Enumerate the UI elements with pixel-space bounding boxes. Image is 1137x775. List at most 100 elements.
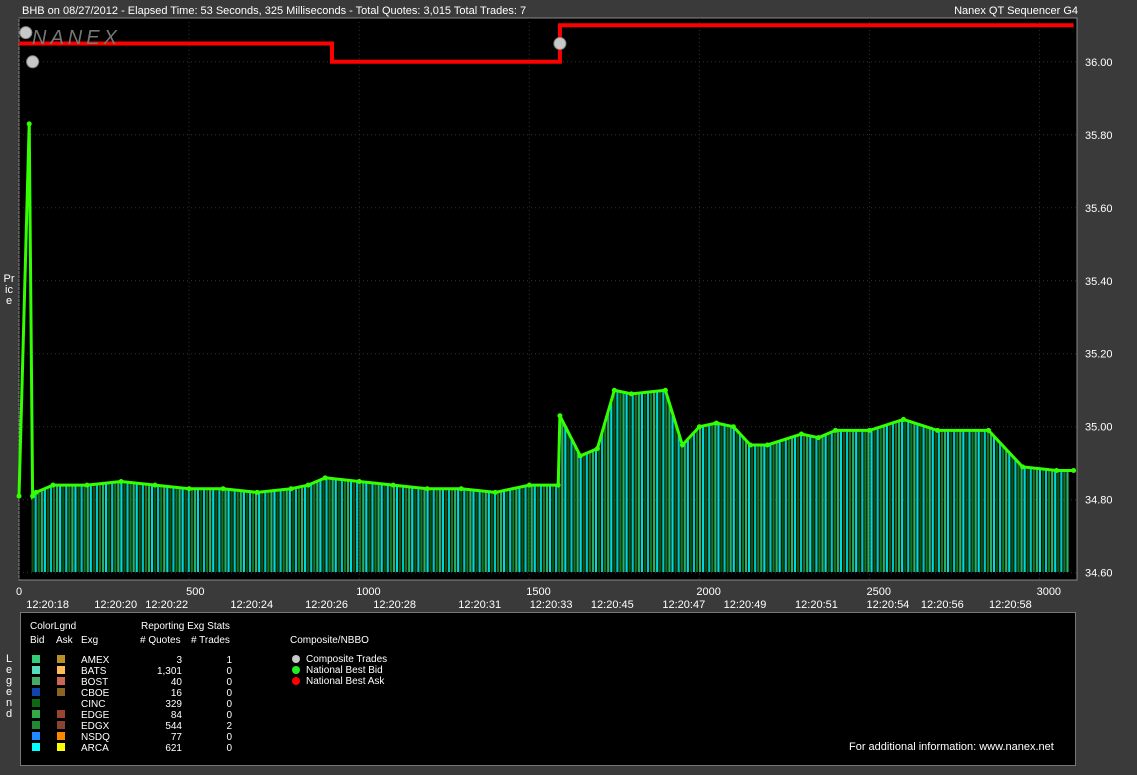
y-tick-label: 35.00: [1085, 422, 1113, 434]
bid-color-swatch: [32, 688, 40, 696]
time-label: 12:20:49: [724, 599, 767, 611]
trade-point: [553, 37, 567, 51]
legend-trades: 2: [226, 721, 232, 732]
time-label: 12:20:31: [458, 599, 501, 611]
best-bid-point: [1071, 468, 1077, 474]
legend-exchange-row: ARCA 621 0: [21, 743, 281, 754]
best-bid-point: [1054, 468, 1060, 474]
legend-exg: AMEX: [81, 655, 110, 666]
time-label: 12:20:58: [989, 599, 1032, 611]
legend-quotes: 3: [176, 655, 182, 666]
legend-trades: 1: [226, 655, 232, 666]
composite-label: Composite Trades: [306, 654, 388, 665]
best-bid-point: [322, 475, 328, 481]
best-bid-point: [798, 431, 804, 437]
best-bid-point: [611, 387, 617, 393]
ask-color-swatch: [57, 655, 65, 663]
x-tick-label: 500: [186, 586, 204, 598]
best-bid-point: [555, 482, 561, 488]
time-label: 12:20:24: [230, 599, 273, 611]
best-bid-point: [305, 482, 311, 488]
ask-color-swatch: [57, 688, 65, 696]
best-bid-point: [577, 453, 583, 459]
best-bid-point: [492, 489, 498, 495]
best-bid-point: [16, 493, 22, 499]
legend-quotes: 84: [170, 710, 182, 721]
bid-color-swatch: [32, 743, 40, 751]
time-label: 12:20:33: [530, 599, 573, 611]
y-tick-label: 35.80: [1085, 130, 1113, 142]
best-bid-point: [901, 416, 907, 422]
best-bid-point: [815, 435, 821, 441]
best-bid-point: [458, 486, 464, 492]
legend-col-bid: Bid: [30, 635, 45, 646]
legend-trades: 0: [226, 699, 232, 710]
ask-color-swatch: [57, 666, 65, 674]
trade-point: [26, 55, 40, 69]
ask-color-swatch: [57, 732, 65, 740]
x-tick-label: 2000: [696, 586, 720, 598]
time-label: 12:20:51: [795, 599, 838, 611]
y-tick-label: 34.80: [1085, 495, 1113, 507]
best-bid-point: [662, 387, 668, 393]
best-bid-point: [390, 482, 396, 488]
legend-quotes: 1,301: [156, 666, 182, 677]
y-tick-label: 34.60: [1085, 568, 1113, 580]
best-bid-point: [33, 489, 39, 495]
best-bid-point: [254, 489, 260, 495]
legend-exchange-row: BOST 40 0: [21, 677, 281, 688]
legend-trades: 0: [226, 666, 232, 677]
legend-side-label: Legend: [5, 653, 13, 720]
ask-color-swatch: [57, 710, 65, 718]
legend-trades: 0: [226, 677, 232, 688]
bid-color-swatch: [32, 655, 40, 663]
legend-exchange-row: NSDQ 77 0: [21, 732, 281, 743]
best-bid-point: [356, 478, 362, 484]
ask-color-swatch: [57, 721, 65, 729]
legend-exg: EDGE: [81, 710, 110, 721]
trade-point: [19, 26, 33, 40]
best-bid-point: [288, 486, 294, 492]
ask-color-swatch: [57, 699, 65, 707]
best-bid-point: [26, 121, 32, 127]
best-bid-point: [935, 427, 941, 433]
best-bid-point: [866, 427, 872, 433]
y-tick-label: 35.60: [1085, 203, 1113, 215]
legend-exchange-row: CINC 329 0: [21, 699, 281, 710]
best-bid-point: [50, 482, 56, 488]
composite-title: Composite/NBBO: [290, 635, 369, 646]
best-bid-point: [30, 493, 36, 499]
best-bid-point: [424, 486, 430, 492]
time-label: 12:20:54: [866, 599, 909, 611]
footer-link: For additional information: www.nanex.ne…: [849, 741, 1054, 753]
best-bid-point: [118, 478, 124, 484]
legend-exchange-row: EDGX 544 2: [21, 721, 281, 732]
legend-col-trades: # Trades: [191, 635, 230, 646]
price-chart: 36.00 35.80 35.60 35.40 35.20 35.00 34.80 34.60…: [16, 17, 1113, 611]
legend-exchange-row: BATS 1,301 0: [21, 666, 281, 677]
best-bid-point: [186, 486, 192, 492]
bid-color-swatch: [32, 710, 40, 718]
legend-quotes: 16: [170, 688, 182, 699]
nanex-watermark: NANEX: [32, 27, 121, 49]
legend-trades: 0: [226, 710, 232, 721]
legend-quotes: 544: [165, 721, 182, 732]
best-bid-point: [679, 442, 685, 448]
legend-title: ColorLgnd: [30, 621, 77, 632]
best-bid-point: [526, 482, 532, 488]
legend-trades: 0: [226, 688, 232, 699]
best-bid-point: [713, 420, 719, 426]
y-tick-label: 35.40: [1085, 276, 1113, 288]
bid-color-swatch: [32, 721, 40, 729]
best-bid-point: [628, 391, 634, 397]
best-bid-point: [84, 482, 90, 488]
best-bid-point: [764, 442, 770, 448]
legend-col-quotes: # Quotes: [140, 635, 181, 646]
time-label: 12:20:56: [921, 599, 964, 611]
time-label: 12:20:47: [662, 599, 705, 611]
x-axis-ticks: 0 500 1000 1500 2000 2500 3000 12:20:18 12:20:20…: [16, 586, 1061, 611]
best-bid-point: [730, 424, 736, 430]
legend-exg: NSDQ: [81, 732, 110, 743]
bid-color-swatch: [32, 666, 40, 674]
composite-label: National Best Bid: [306, 665, 383, 676]
